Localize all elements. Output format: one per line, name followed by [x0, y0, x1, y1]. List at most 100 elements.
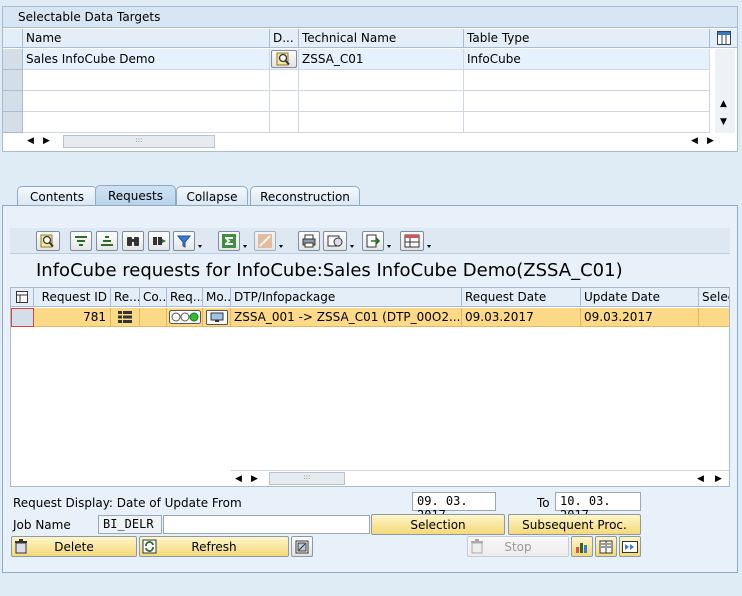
- stop-label: Stop: [504, 540, 532, 554]
- scroll-right-icon[interactable]: ▶: [707, 136, 714, 146]
- delete-label: Delete: [54, 540, 94, 554]
- job-name-suffix-field[interactable]: [163, 515, 370, 534]
- col-header-name[interactable]: Name: [23, 29, 270, 48]
- scroll-down-icon[interactable]: ▼: [720, 117, 727, 127]
- stop-button[interactable]: Stop: [467, 536, 569, 557]
- selectable-data-targets-panel: Selectable Data Targets Name D... Techni…: [2, 6, 738, 152]
- log-icon: [599, 540, 613, 553]
- selection-button[interactable]: Selection: [371, 514, 505, 535]
- vertical-scrollbar[interactable]: ▲ ▼: [715, 49, 735, 133]
- export-dropdown-icon[interactable]: [385, 231, 395, 251]
- empty-cell: [23, 112, 270, 133]
- empty-cell: [270, 112, 299, 133]
- grid-settings-icon[interactable]: [11, 288, 34, 307]
- delete-button[interactable]: Delete: [11, 536, 137, 557]
- cell-d: [270, 49, 299, 70]
- col-header-selec[interactable]: Selec: [699, 288, 729, 307]
- filter-button[interactable]: [173, 231, 195, 251]
- row-selector[interactable]: [3, 49, 23, 70]
- col-header-d[interactable]: D...: [270, 29, 299, 48]
- monitor-icon[interactable]: [205, 309, 228, 325]
- row-selector[interactable]: [3, 112, 23, 133]
- table-settings-icon[interactable]: [710, 29, 737, 48]
- find-next-button[interactable]: [148, 231, 170, 251]
- layout-button[interactable]: [400, 231, 424, 251]
- layout-dropdown-icon[interactable]: [425, 231, 435, 251]
- col-header-request-id[interactable]: Request ID: [34, 288, 111, 307]
- scroll-left-icon[interactable]: ◀: [691, 136, 698, 146]
- row-selector[interactable]: [3, 91, 23, 112]
- col-header-update-date[interactable]: Update Date: [581, 288, 699, 307]
- scroll-thumb[interactable]: :::: [63, 135, 215, 148]
- sort-ascending-button[interactable]: [70, 231, 92, 251]
- traffic-light-green-icon[interactable]: [168, 310, 201, 324]
- scroll-right-icon[interactable]: ▶: [715, 474, 722, 484]
- subtotal-button[interactable]: [254, 231, 276, 251]
- details-button[interactable]: [36, 231, 60, 251]
- select-all-corner[interactable]: [3, 29, 23, 48]
- refresh-button[interactable]: Refresh: [139, 536, 289, 557]
- export-icon: [366, 234, 380, 248]
- col-header-co[interactable]: Co...: [140, 288, 167, 307]
- scroll-up-icon[interactable]: ▲: [720, 99, 727, 109]
- total-dropdown-icon[interactable]: [241, 231, 251, 251]
- col-header-technical-name[interactable]: Technical Name: [299, 29, 464, 48]
- cell-dtp: ZSSA_001 -> ZSSA_C01 (DTP_00O2...: [231, 308, 462, 327]
- display-details-button[interactable]: [271, 50, 297, 68]
- scroll-left-icon[interactable]: ◀: [697, 474, 704, 484]
- tab-contents[interactable]: Contents: [17, 186, 97, 206]
- refresh-icon: [142, 539, 157, 554]
- cell-table-type: InfoCube: [464, 49, 710, 70]
- request-display-label: Request Display: Date of Update From: [13, 496, 242, 510]
- col-header-req[interactable]: Req...: [167, 288, 203, 307]
- row-selector[interactable]: [3, 70, 23, 91]
- expand-button[interactable]: [291, 536, 313, 557]
- scroll-right-icon[interactable]: ▶: [43, 136, 50, 146]
- sort-descending-button[interactable]: [96, 231, 118, 251]
- subtotal-dropdown-icon[interactable]: [277, 231, 287, 251]
- request-info-icon[interactable]: [118, 311, 132, 323]
- row-selector[interactable]: [11, 308, 34, 327]
- total-button[interactable]: [218, 231, 240, 251]
- empty-cell: [464, 70, 710, 91]
- tab-collapse[interactable]: Collapse: [176, 186, 248, 206]
- panel-title: Selectable Data Targets: [3, 7, 737, 28]
- date-to-field[interactable]: 10. 03. 2017: [555, 492, 641, 522]
- next-button[interactable]: [619, 536, 641, 557]
- subsequent-proc-button[interactable]: Subsequent Proc.: [508, 514, 641, 535]
- scroll-thumb[interactable]: :::: [269, 472, 345, 485]
- horizontal-scrollbar[interactable]: ◀ ▶ ::: ◀ ▶: [23, 133, 737, 151]
- scroll-left-icon[interactable]: ◀: [27, 136, 34, 146]
- col-header-request-date[interactable]: Request Date: [462, 288, 581, 307]
- log-button[interactable]: [595, 536, 617, 557]
- grid-horizontal-scrollbar[interactable]: ◀ ▶ ::: ◀ ▶: [231, 470, 729, 486]
- views-button[interactable]: [323, 231, 347, 251]
- empty-cell: [270, 70, 299, 91]
- subtotal-icon: [258, 234, 272, 248]
- tab-reconstruction[interactable]: Reconstruction: [250, 186, 360, 206]
- sort-descending-icon: [101, 236, 113, 246]
- col-header-re[interactable]: Re...: [111, 288, 140, 307]
- trash-disabled-icon: [471, 539, 483, 554]
- empty-cell: [270, 91, 299, 112]
- scroll-left-icon[interactable]: ◀: [235, 474, 242, 484]
- statistics-button[interactable]: [571, 536, 593, 557]
- cell-monitor: [203, 308, 231, 327]
- export-button[interactable]: [362, 231, 384, 251]
- views-dropdown-icon[interactable]: [348, 231, 358, 251]
- sum-icon: [222, 234, 236, 248]
- col-header-mo[interactable]: Mo...: [203, 288, 231, 307]
- filter-dropdown-icon[interactable]: [196, 231, 206, 251]
- date-from-field[interactable]: 09. 03. 2017: [412, 492, 496, 522]
- print-button[interactable]: [298, 231, 320, 251]
- magnifier-icon: [276, 52, 290, 66]
- job-name-field[interactable]: BI_DELR: [98, 515, 162, 534]
- scroll-right-icon[interactable]: ▶: [251, 474, 258, 484]
- tab-requests[interactable]: Requests: [95, 185, 176, 206]
- col-header-dtp[interactable]: DTP/Infopackage: [231, 288, 462, 307]
- cell-re: [111, 308, 140, 327]
- col-header-table-type[interactable]: Table Type: [464, 29, 710, 48]
- expand-icon: [295, 540, 309, 553]
- trash-icon: [15, 539, 27, 554]
- find-button[interactable]: [122, 231, 144, 251]
